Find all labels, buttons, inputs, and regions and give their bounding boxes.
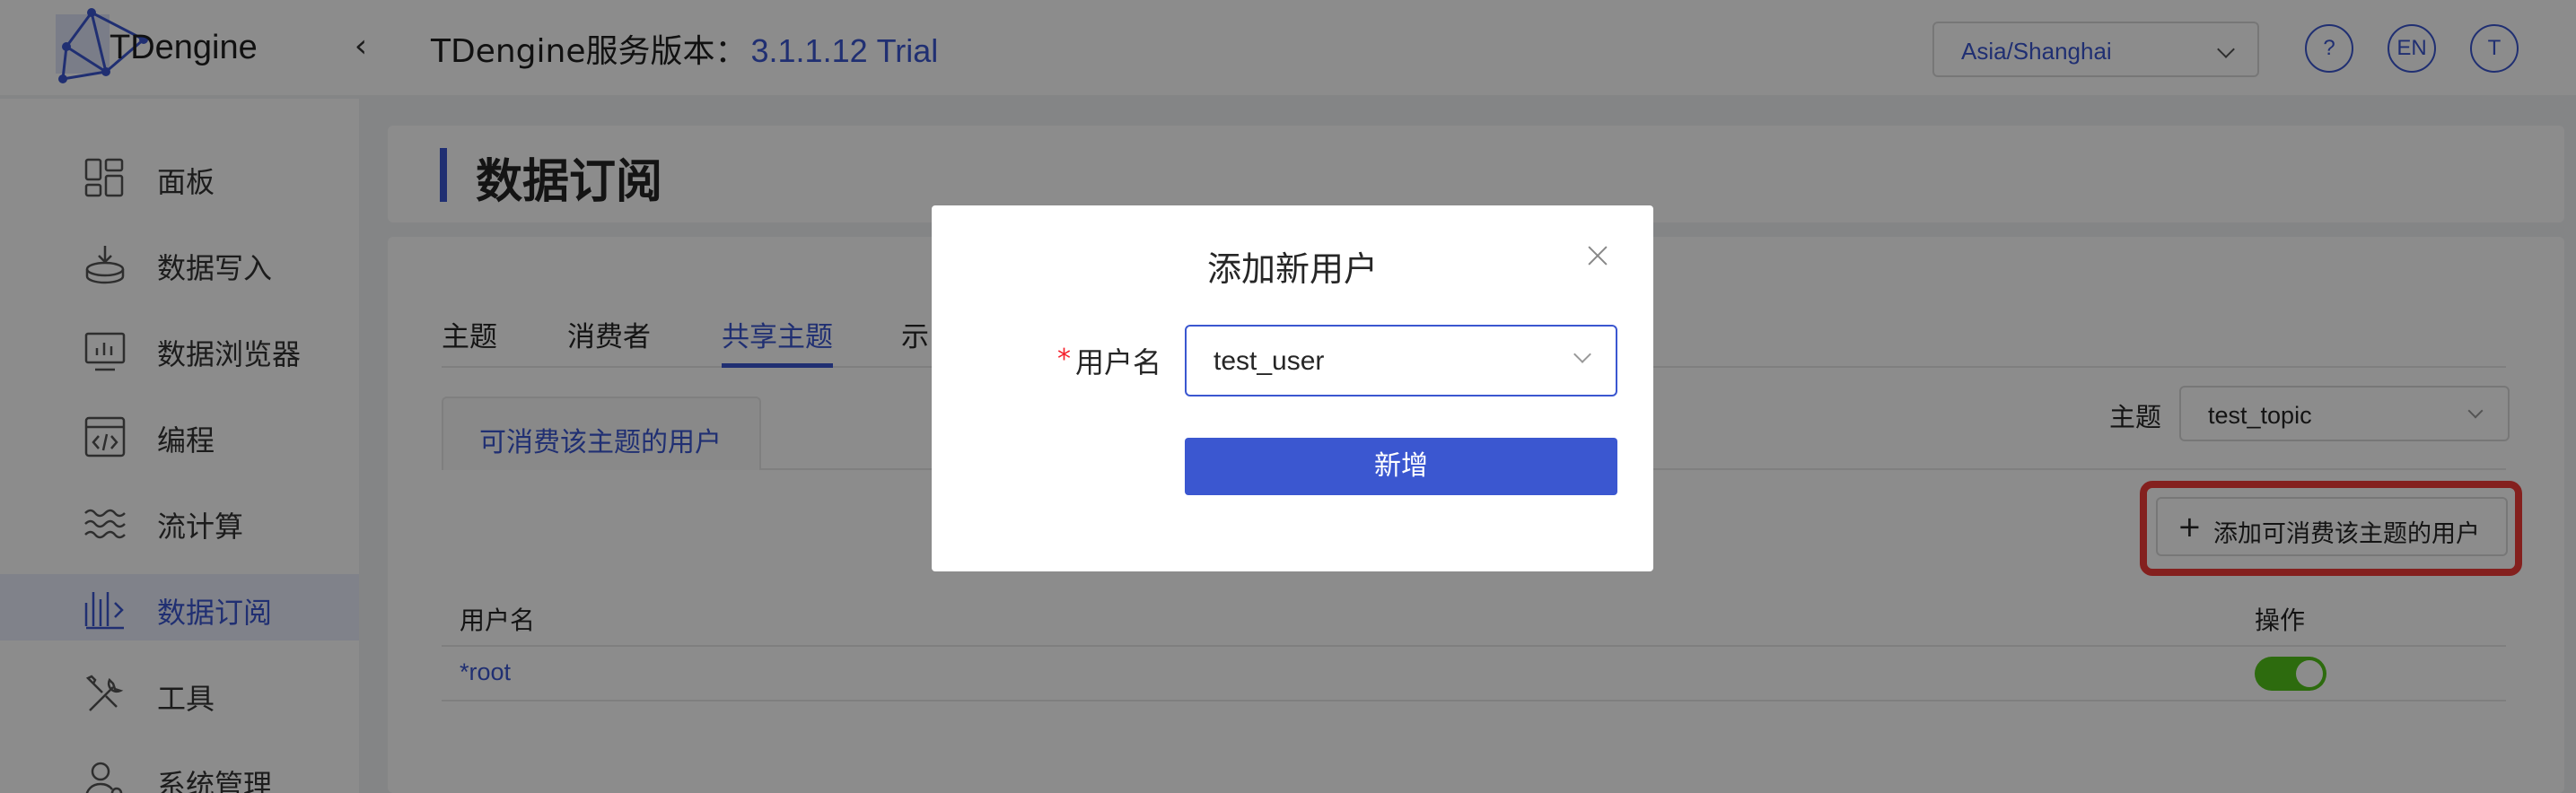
- username-select[interactable]: test_user: [1185, 325, 1617, 396]
- required-mark: *: [1057, 344, 1071, 375]
- modal-title: 添加新用户: [1206, 249, 1378, 289]
- username-select-value: test_user: [1214, 346, 1325, 376]
- close-icon[interactable]: [1585, 243, 1610, 268]
- username-label: 用户名: [1075, 345, 1162, 379]
- add-user-modal: 添加新用户 * 用户名 test_user 新增: [932, 205, 1653, 571]
- submit-button[interactable]: 新增: [1185, 438, 1617, 495]
- chevron-down-icon: [1573, 345, 1591, 363]
